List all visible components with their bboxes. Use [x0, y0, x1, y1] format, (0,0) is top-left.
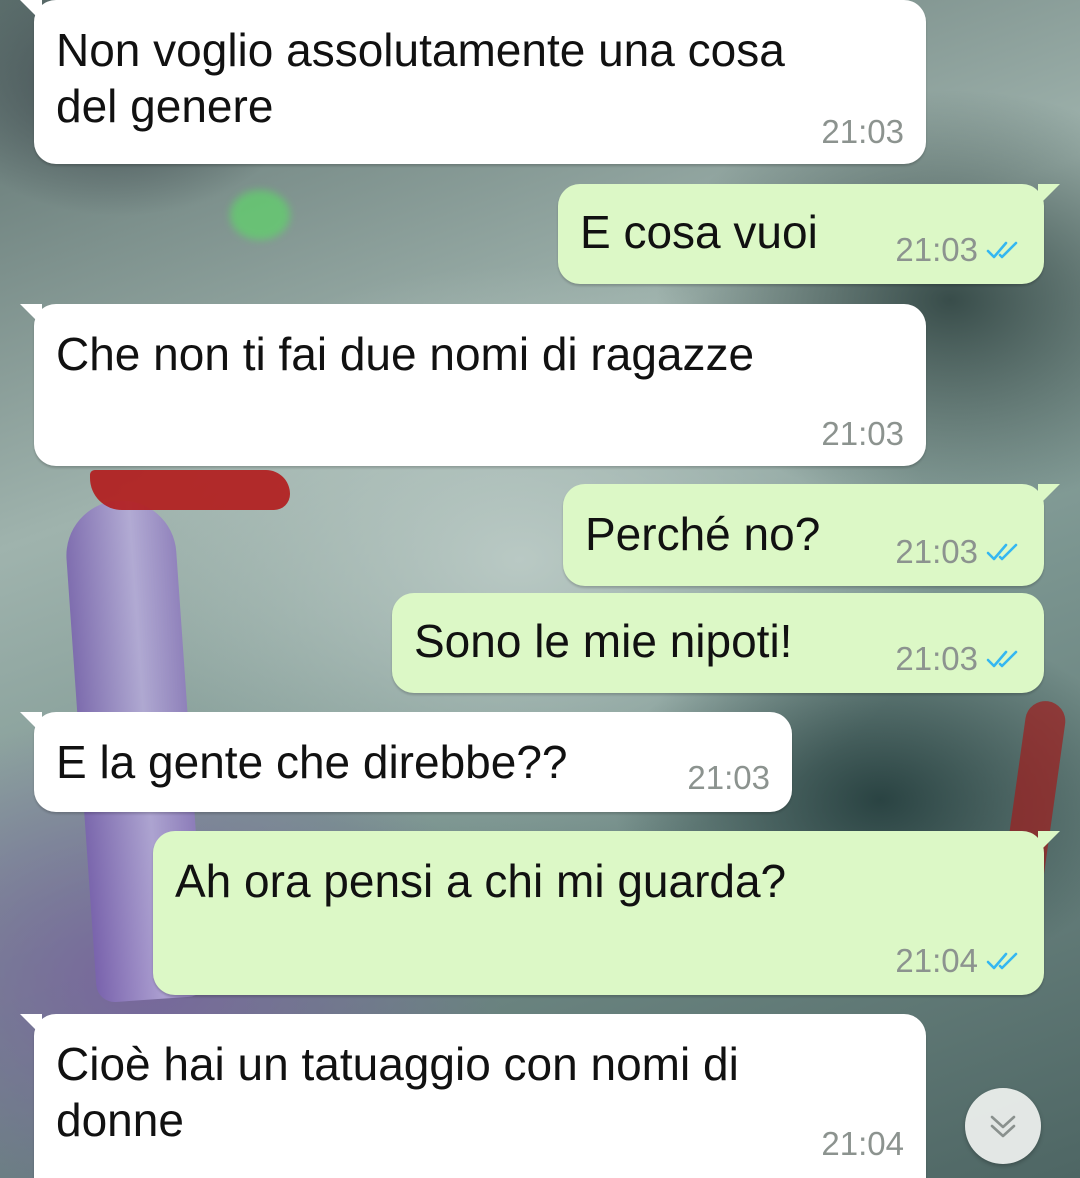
message-meta: 21:04	[821, 1126, 904, 1162]
message-bubble-outgoing[interactable]: Sono le mie nipoti! 21:03	[392, 593, 1044, 693]
message-text-line: Che non ti fai due nomi di ragazze	[56, 328, 755, 380]
message-text: Non voglio assolutamente una cosa del ge…	[56, 22, 785, 134]
message-meta: 21:03	[895, 232, 1022, 268]
message-text-line: Non voglio assolutamente una cosa	[56, 24, 785, 76]
message-bubble-outgoing[interactable]: Perché no? 21:03	[563, 484, 1060, 586]
message-time: 21:04	[895, 942, 978, 979]
chevron-double-down-icon	[990, 1115, 1016, 1138]
message-text: Perché no?	[585, 506, 820, 562]
message-meta: 21:03	[687, 760, 770, 796]
message-bubble-incoming[interactable]: Cioè hai un tatuaggio con nomi di donne …	[20, 1014, 926, 1178]
message-text-line: E la gente che direbbe??	[56, 736, 568, 788]
message-bubble-outgoing[interactable]: Ah ora pensi a chi mi guarda? 21:04	[153, 831, 1060, 995]
message-meta: 21:03	[821, 114, 904, 150]
message-text-line: donne	[56, 1094, 184, 1146]
message-text: Sono le mie nipoti!	[414, 613, 792, 669]
message-bubble-outgoing[interactable]: E cosa vuoi 21:03	[558, 184, 1060, 284]
message-time: 21:03	[687, 759, 770, 796]
message-meta: 21:03	[895, 641, 1022, 677]
scroll-to-bottom-button[interactable]	[965, 1088, 1041, 1164]
wallpaper-shape	[230, 190, 290, 240]
double-check-icon	[986, 952, 1018, 970]
message-text: E la gente che direbbe??	[56, 734, 568, 790]
chat-wallpaper	[0, 0, 1080, 1178]
message-bubble-incoming[interactable]: Che non ti fai due nomi di ragazze 21:03	[20, 304, 926, 466]
message-text: Ah ora pensi a chi mi guarda?	[175, 853, 786, 909]
message-text-line: E cosa vuoi	[580, 206, 818, 258]
message-text: Che non ti fai due nomi di ragazze	[56, 326, 754, 382]
message-time: 21:03	[821, 113, 904, 150]
message-text-line: Perché no?	[585, 508, 821, 560]
double-check-icon	[986, 241, 1018, 259]
message-time: 21:03	[895, 533, 978, 570]
message-time: 21:03	[895, 640, 978, 677]
message-text: Cioè hai un tatuaggio con nomi di donne	[56, 1036, 739, 1148]
message-text-line: del genere	[56, 80, 274, 132]
message-meta: 21:03	[821, 416, 904, 452]
message-text-line: Cioè hai un tatuaggio con nomi di	[56, 1038, 739, 1090]
message-meta: 21:04	[895, 943, 1022, 979]
message-time: 21:04	[821, 1125, 904, 1162]
message-text: E cosa vuoi	[580, 204, 818, 260]
double-check-icon	[986, 543, 1018, 561]
message-time: 21:03	[821, 415, 904, 452]
message-meta: 21:03	[895, 534, 1022, 570]
message-time: 21:03	[895, 231, 978, 268]
message-bubble-incoming[interactable]: E la gente che direbbe?? 21:03	[20, 712, 792, 812]
message-text-line: Sono le mie nipoti!	[414, 615, 793, 667]
wallpaper-shape	[90, 470, 290, 510]
message-text-line: Ah ora pensi a chi mi guarda?	[175, 855, 787, 907]
double-check-icon	[986, 650, 1018, 668]
message-bubble-incoming[interactable]: Non voglio assolutamente una cosa del ge…	[20, 0, 926, 164]
